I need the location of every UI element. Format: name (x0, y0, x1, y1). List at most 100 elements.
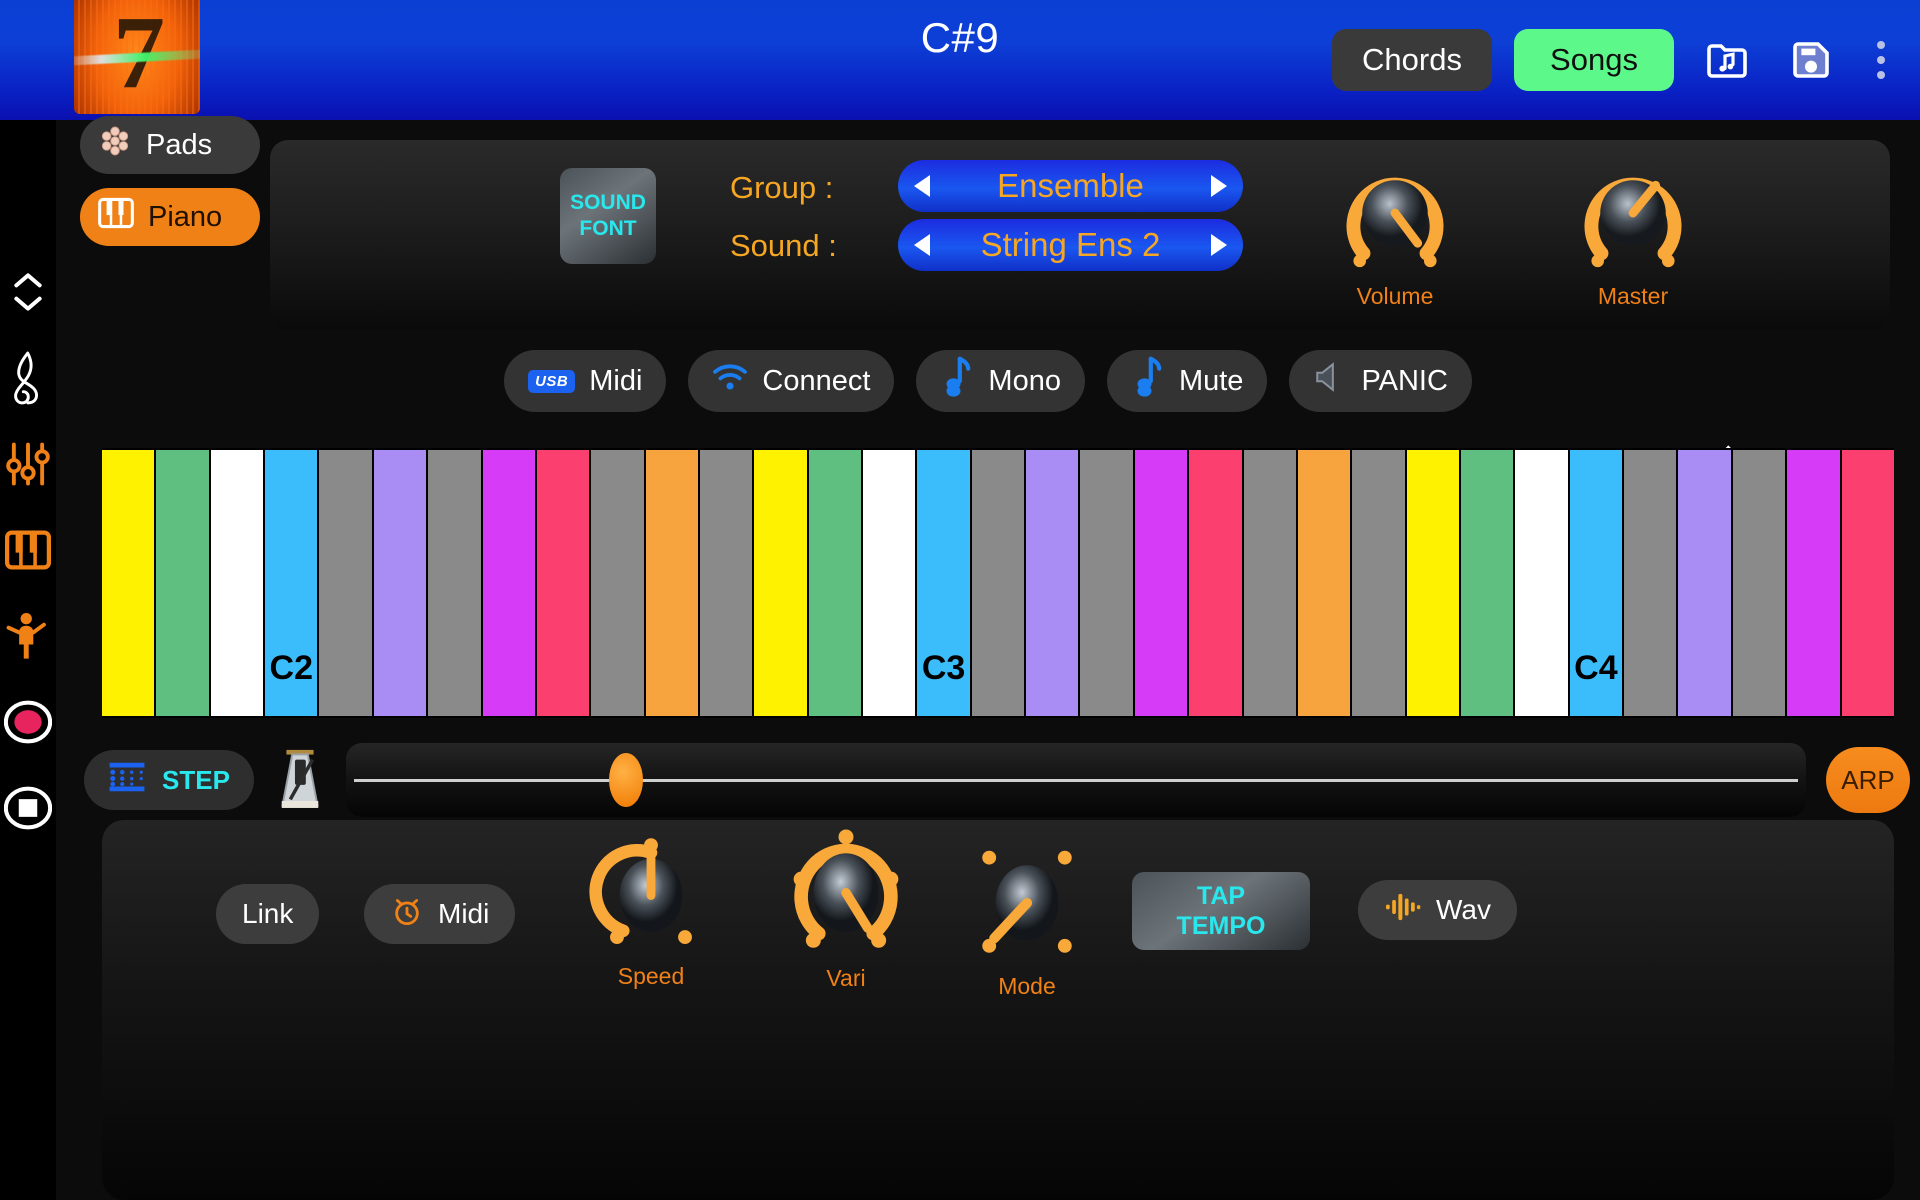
vari-knob-label: Vari (826, 965, 866, 991)
songs-button[interactable]: Songs (1514, 29, 1674, 91)
piano-key[interactable] (482, 450, 535, 716)
piano-key[interactable] (1243, 450, 1296, 716)
piano-key[interactable] (1026, 450, 1079, 716)
piano-key[interactable] (863, 450, 916, 716)
piano-key[interactable] (1189, 450, 1242, 716)
connect-button[interactable]: Connect (688, 350, 895, 412)
piano-key[interactable] (1406, 450, 1459, 716)
mode-knob[interactable]: Mode (964, 840, 1090, 1000)
sound-panel: SOUND FONT Group : Ensemble Sound : Stri… (270, 140, 1890, 330)
volume-knob-label: Volume (1356, 283, 1434, 309)
tab-piano[interactable]: Piano (80, 188, 260, 246)
step-label: STEP (162, 764, 230, 795)
piano-key[interactable] (754, 450, 807, 716)
sound-selector[interactable]: String Ens 2 (898, 219, 1243, 271)
piano-key[interactable] (319, 450, 372, 716)
metronome-icon[interactable] (274, 747, 326, 813)
tab-pads[interactable]: Pads (80, 116, 260, 174)
piano-key-label: C3 (921, 649, 966, 687)
piano-key-label: C4 (1574, 649, 1618, 687)
sax-note-icon (1131, 356, 1165, 406)
usb-icon: USB (528, 369, 576, 393)
main-area: SOUND FONT Group : Ensemble Sound : Stri… (56, 116, 1920, 1200)
treble-clef-icon[interactable] (4, 351, 52, 405)
slider-thumb[interactable] (608, 753, 643, 807)
piano-key[interactable]: C4 (1569, 450, 1623, 716)
folder-music-icon[interactable] (1696, 29, 1758, 91)
tab-pads-label: Pads (146, 128, 213, 161)
kebab-menu-icon[interactable] (1864, 29, 1898, 91)
piano-key[interactable] (1460, 450, 1514, 716)
record-icon[interactable] (4, 698, 52, 746)
midi-usb-button[interactable]: USB Midi (504, 350, 667, 412)
piano-key[interactable] (1352, 450, 1405, 716)
piano-key[interactable] (1134, 450, 1188, 716)
piano-key[interactable] (591, 450, 644, 716)
piano-key[interactable] (1787, 450, 1840, 716)
piano-key[interactable] (102, 450, 155, 716)
piano-key[interactable] (1732, 450, 1786, 716)
piano-key[interactable] (373, 450, 427, 716)
soundfont-line2: FONT (579, 217, 637, 240)
piano-key[interactable]: C2 (265, 450, 318, 716)
group-selector[interactable]: Ensemble (898, 160, 1243, 212)
sound-prev-icon[interactable] (914, 234, 930, 256)
piano-keyboard[interactable]: C2 C3 C4 (102, 448, 1894, 718)
tempo-slider[interactable] (345, 743, 1806, 817)
piano-key[interactable] (1297, 450, 1351, 716)
group-prev-icon[interactable] (914, 175, 930, 197)
stop-icon[interactable] (4, 784, 52, 832)
midi-clock-button[interactable]: Midi (364, 884, 516, 944)
piano-icon (98, 197, 134, 237)
piano-key[interactable] (1841, 450, 1894, 716)
panic-label: PANIC (1361, 364, 1448, 397)
piano-key[interactable] (1080, 450, 1133, 716)
link-button[interactable]: Link (216, 884, 320, 944)
mute-button[interactable]: Mute (1106, 350, 1268, 412)
tap-line1: TAP (1196, 882, 1246, 910)
panic-button[interactable]: PANIC (1289, 350, 1472, 412)
mode-knob-label: Mode (998, 973, 1056, 999)
piano-key[interactable]: C3 (917, 450, 970, 716)
expand-collapse-icon[interactable] (4, 268, 52, 316)
arp-button[interactable]: ARP (1826, 747, 1910, 813)
soundfont-line1: SOUND (570, 191, 646, 214)
piano-key[interactable] (1624, 450, 1677, 716)
piano-key[interactable] (210, 450, 264, 716)
master-knob[interactable]: Master (1570, 150, 1696, 310)
piano-key[interactable] (536, 450, 590, 716)
piano-keys-icon[interactable] (4, 526, 52, 574)
piano-key[interactable] (1515, 450, 1568, 716)
bottom-panel: Link Midi Speed Vari Mode TAP TEMPO Wav (102, 820, 1894, 1200)
piano-key[interactable] (645, 450, 698, 716)
left-rail (0, 120, 56, 1200)
vari-knob[interactable]: Vari (778, 822, 914, 992)
app-root: C#9 Chords Songs (0, 0, 1920, 1200)
piano-key[interactable] (428, 450, 481, 716)
instrument-tabs: Pads Piano (80, 116, 260, 246)
piano-key[interactable] (971, 450, 1025, 716)
wav-button[interactable]: Wav (1358, 880, 1517, 940)
soundfont-button[interactable]: SOUND FONT (560, 168, 656, 264)
chords-button[interactable]: Chords (1332, 29, 1492, 91)
group-next-icon[interactable] (1211, 175, 1227, 197)
save-icon[interactable] (1780, 29, 1842, 91)
volume-knob[interactable]: Volume (1332, 150, 1458, 310)
alarm-clock-icon (390, 894, 424, 935)
piano-key[interactable] (699, 450, 753, 716)
tap-tempo-button[interactable]: TAP TEMPO (1132, 872, 1310, 950)
piano-key[interactable] (1678, 450, 1731, 716)
conductor-icon[interactable] (4, 612, 52, 660)
piano-key[interactable] (156, 450, 209, 716)
group-value: Ensemble (997, 167, 1144, 204)
mixer-sliders-icon[interactable] (4, 440, 52, 488)
piano-key[interactable] (808, 450, 862, 716)
piano-key-label: C2 (269, 649, 313, 687)
midi-usb-label: Midi (589, 364, 643, 397)
mono-button[interactable]: Mono (916, 350, 1085, 412)
speed-knob[interactable]: Speed (588, 830, 714, 990)
step-button[interactable]: STEP (84, 750, 254, 810)
sound-label: Sound : (730, 228, 837, 263)
speaker-mute-icon (1313, 360, 1347, 402)
sound-next-icon[interactable] (1211, 234, 1227, 256)
